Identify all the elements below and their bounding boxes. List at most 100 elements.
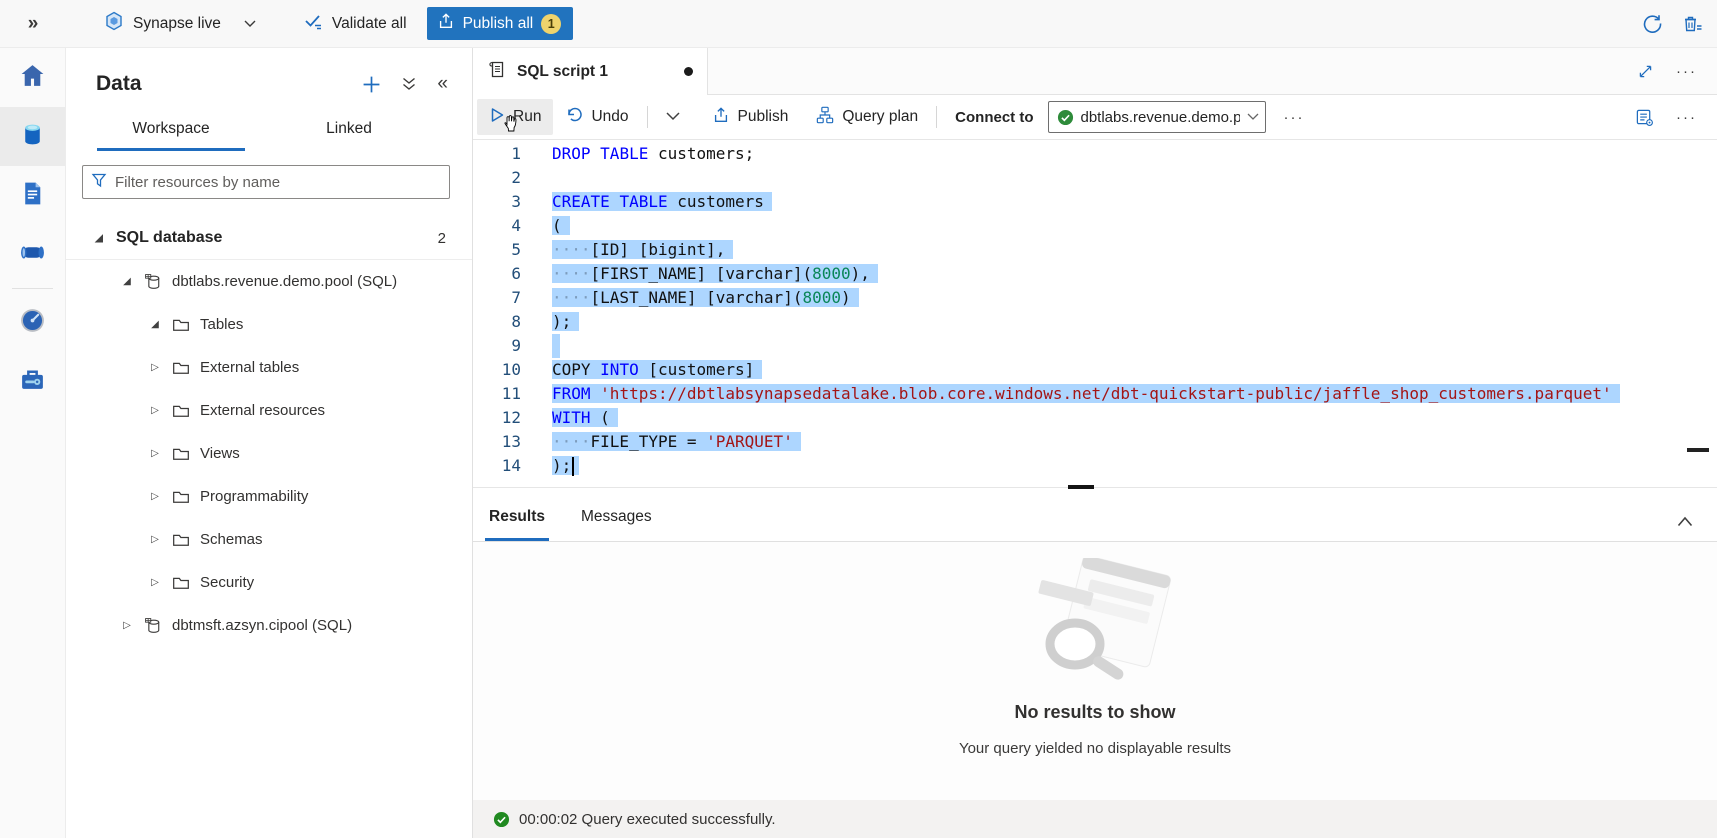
publish-all-label: Publish all	[463, 15, 534, 33]
publish-count-badge: 1	[541, 14, 561, 34]
add-resource-button[interactable]	[362, 75, 381, 94]
expand-caret-icon[interactable]: ▷	[148, 448, 162, 459]
line-number: 13	[473, 430, 521, 454]
folder-icon	[172, 445, 190, 463]
collapse-results-chevron[interactable]	[1677, 516, 1693, 527]
code-line[interactable]: FROM 'https://dbtlabsynapsedatalake.blob…	[552, 382, 1717, 406]
environment-picker[interactable]: Synapse live	[94, 0, 266, 47]
code-line[interactable]: WITH (	[552, 406, 1717, 430]
code-line[interactable]: DROP TABLE customers;	[552, 142, 1717, 166]
tree-item[interactable]: ▷External tables	[66, 346, 472, 389]
tree-item-label: Programmability	[200, 488, 308, 505]
collapse-panel-icon[interactable]: «	[437, 73, 448, 95]
tree-item-label: dbtmsft.azsyn.cipool (SQL)	[172, 617, 352, 634]
tree-item-label: Schemas	[200, 531, 263, 548]
query-plan-icon	[816, 106, 834, 129]
tab-workspace[interactable]: Workspace	[97, 112, 245, 151]
line-number: 9	[473, 334, 521, 358]
code-line[interactable]: ····[FIRST_NAME] [varchar](8000),	[552, 262, 1717, 286]
tab-linked[interactable]: Linked	[275, 112, 423, 151]
sql-editor[interactable]: 1234567891011121314 DROP TABLE customers…	[473, 140, 1717, 488]
undo-button[interactable]: Undo	[553, 99, 640, 135]
collapse-caret-icon[interactable]: ◢	[148, 319, 162, 330]
tree-item[interactable]: ◢dbtlabs.revenue.demo.pool (SQL)	[66, 260, 472, 303]
pipeline-icon	[19, 239, 46, 271]
splitter-grip[interactable]	[1068, 485, 1094, 489]
toolbar-separator	[647, 106, 648, 128]
document-tab-strip: SQL script 1 ···	[473, 48, 1717, 95]
database-icon	[144, 617, 162, 635]
empty-results-title: No results to show	[1014, 702, 1175, 723]
run-options-chevron[interactable]	[654, 99, 692, 135]
line-number: 5	[473, 238, 521, 262]
tab-messages[interactable]: Messages	[577, 508, 656, 541]
filter-funnel-icon	[91, 172, 107, 193]
tab-sql-script-1[interactable]: SQL script 1	[473, 48, 708, 95]
run-button[interactable]: Run	[477, 99, 553, 135]
play-icon	[489, 107, 505, 128]
tab-strip-more-button[interactable]: ···	[1676, 63, 1697, 80]
empty-results-subtitle: Your query yielded no displayable result…	[959, 740, 1231, 757]
expand-caret-icon[interactable]: ▷	[148, 534, 162, 545]
tree-item-label: Security	[200, 574, 254, 591]
tree-item[interactable]: ▷Views	[66, 432, 472, 475]
expand-caret-icon[interactable]: ▷	[148, 491, 162, 502]
tree-item[interactable]: ▷ dbtmsft.azsyn.cipool (SQL)	[66, 604, 472, 647]
code-line[interactable]: (	[552, 214, 1717, 238]
collapse-all-icon[interactable]	[401, 76, 417, 92]
tree-item[interactable]: ▷External resources	[66, 389, 472, 432]
collapse-caret-icon[interactable]: ◢	[120, 276, 134, 287]
tree-item[interactable]: ▷ Schemas	[66, 518, 472, 561]
code-line[interactable]: COPY INTO [customers]	[552, 358, 1717, 382]
synapse-logo-icon	[104, 11, 124, 36]
code-line[interactable]: ····[LAST_NAME] [varchar](8000)	[552, 286, 1717, 310]
sql-script-icon	[487, 59, 507, 84]
publish-all-button[interactable]: Publish all 1	[427, 7, 574, 40]
code-line[interactable]	[552, 166, 1717, 190]
nav-item-monitor[interactable]	[0, 293, 65, 352]
nav-item-develop[interactable]	[0, 166, 65, 225]
toolbar-more-button[interactable]: ···	[1284, 109, 1305, 126]
expand-editor-icon[interactable]	[1637, 63, 1654, 80]
line-number: 3	[473, 190, 521, 214]
expand-caret-icon[interactable]: ▷	[148, 577, 162, 588]
line-number: 7	[473, 286, 521, 310]
discard-all-button[interactable]	[1681, 13, 1703, 35]
expand-rail-icon[interactable]: »	[0, 13, 66, 35]
query-plan-button[interactable]: Query plan	[804, 99, 930, 135]
filter-input[interactable]	[115, 174, 441, 191]
document-icon	[19, 180, 46, 212]
code-line[interactable]: ····FILE_TYPE = 'PARQUET'	[552, 430, 1717, 454]
tree-item[interactable]: ◢SQL database2	[66, 217, 472, 260]
run-label: Run	[513, 108, 541, 126]
nav-item-integrate[interactable]	[0, 225, 65, 284]
code-line[interactable]: CREATE TABLE customers	[552, 190, 1717, 214]
expand-caret-icon[interactable]: ▷	[120, 620, 134, 631]
refresh-button[interactable]	[1642, 13, 1663, 34]
nav-item-home[interactable]	[0, 48, 65, 107]
nav-item-data[interactable]	[0, 107, 65, 166]
connection-dropdown[interactable]: dbtlabs.revenue.demo.pool	[1048, 101, 1266, 133]
code-line[interactable]: );	[552, 454, 1717, 478]
collapse-caret-icon[interactable]: ◢	[92, 233, 106, 244]
tree-item[interactable]: ▷ Programmability	[66, 475, 472, 518]
editor-code[interactable]: DROP TABLE customers; CREATE TABLE custom…	[552, 140, 1717, 487]
code-line[interactable]: );	[552, 310, 1717, 334]
line-number: 8	[473, 310, 521, 334]
nav-item-manage[interactable]	[0, 352, 65, 411]
tab-results[interactable]: Results	[485, 508, 549, 541]
data-panel: Data « Workspace Linked ◢SQL database2◢d…	[66, 48, 473, 838]
success-check-icon	[493, 811, 510, 828]
validate-all-button[interactable]: Validate all	[294, 0, 417, 47]
code-line[interactable]	[552, 334, 1717, 358]
tree-item-label: Tables	[200, 316, 243, 333]
publish-button[interactable]: Publish	[700, 99, 801, 135]
expand-caret-icon[interactable]: ▷	[148, 362, 162, 373]
toolbar-overflow-button[interactable]: ···	[1676, 109, 1697, 126]
tree-item[interactable]: ▷ Security	[66, 561, 472, 604]
editor-scrollbar-dash[interactable]	[1687, 448, 1709, 452]
results-settings-icon[interactable]	[1635, 108, 1654, 127]
code-line[interactable]: ····[ID] [bigint],	[552, 238, 1717, 262]
tree-item[interactable]: ◢ Tables	[66, 303, 472, 346]
expand-caret-icon[interactable]: ▷	[148, 405, 162, 416]
